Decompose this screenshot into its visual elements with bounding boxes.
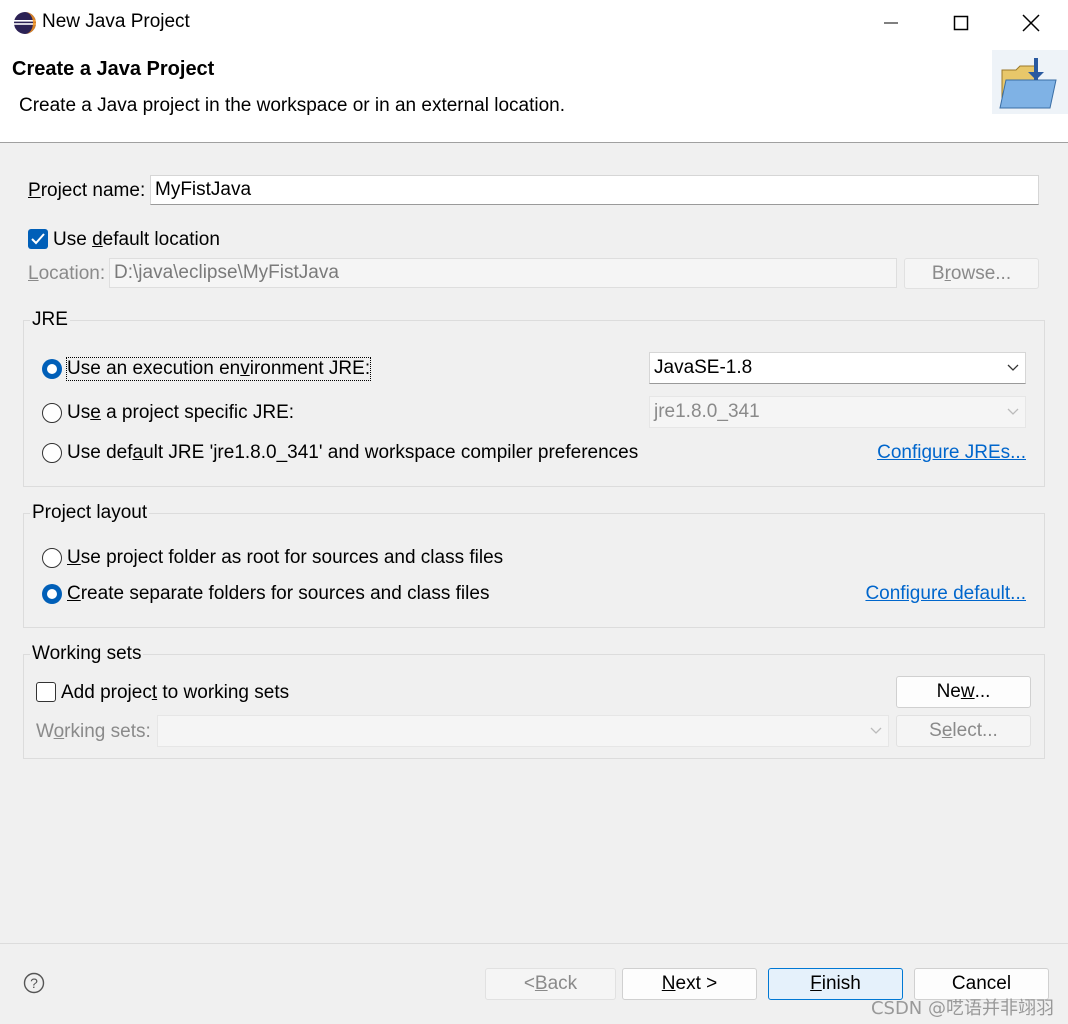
project-specific-jre-value: jre1.8.0_341	[654, 401, 760, 422]
banner-title: Create a Java Project	[12, 58, 215, 80]
project-layout-group-title: Project layout	[30, 502, 150, 524]
new-working-set-button[interactable]: Ne w...	[896, 676, 1031, 708]
jre-project-specific-label[interactable]: Use a project specific JRE:	[67, 402, 294, 424]
minimize-button[interactable]	[863, 6, 919, 40]
checkmark-icon	[31, 233, 45, 245]
close-button[interactable]	[1003, 6, 1059, 40]
select-working-sets-button[interactable]: Se lect...	[896, 715, 1031, 747]
add-to-working-sets-checkbox[interactable]	[36, 682, 56, 702]
window-title: New Java Project	[42, 11, 190, 32]
help-button[interactable]: ?	[23, 972, 45, 1000]
working-sets-group-title: Working sets	[30, 643, 144, 665]
jre-default-radio[interactable]	[42, 443, 62, 463]
configure-jres-link[interactable]: Configure JREs...	[877, 442, 1026, 464]
chevron-down-icon	[1007, 408, 1019, 415]
wizard-banner: Create a Java Project Create a Java proj…	[0, 44, 1068, 143]
execution-environment-select[interactable]: JavaSE-1.8	[649, 352, 1026, 384]
project-layout-group	[23, 513, 1045, 628]
next-button[interactable]: Next >	[622, 968, 757, 1000]
jre-group-title: JRE	[30, 309, 70, 331]
project-name-input[interactable]: MyFistJava	[150, 175, 1039, 205]
project-name-label: Project name:	[28, 180, 146, 201]
working-sets-label: Working sets:	[36, 721, 151, 742]
jre-execution-environment-label[interactable]: Use an execution environment JRE:	[65, 357, 372, 381]
layout-project-root-label[interactable]: Use project folder as root for sources a…	[67, 547, 503, 569]
eclipse-icon	[14, 12, 36, 34]
jre-execution-environment-radio[interactable]	[42, 359, 62, 379]
working-sets-select[interactable]	[157, 715, 889, 747]
layout-project-root-radio[interactable]	[42, 548, 62, 568]
close-icon	[1022, 14, 1040, 32]
maximize-icon	[953, 15, 969, 31]
use-default-location-checkbox[interactable]	[28, 229, 48, 249]
project-name-value: MyFistJava	[155, 179, 252, 200]
layout-separate-folders-label[interactable]: Create separate folders for sources and …	[67, 583, 489, 605]
execution-environment-value: JavaSE-1.8	[654, 357, 753, 378]
banner-description: Create a Java project in the workspace o…	[19, 95, 566, 116]
footer-separator	[0, 943, 1068, 944]
back-button[interactable]: < Back	[485, 968, 616, 1000]
title-bar: New Java Project	[0, 0, 1068, 44]
minimize-icon	[884, 22, 898, 24]
jre-project-specific-radio[interactable]	[42, 403, 62, 423]
watermark: CSDN @呓语并非翊羽	[870, 998, 1054, 1019]
new-java-project-folder-icon	[992, 50, 1068, 114]
configure-default-link[interactable]: Configure default...	[865, 583, 1026, 605]
location-input[interactable]: D:\java\eclipse\MyFistJava	[109, 258, 897, 288]
maximize-button[interactable]	[933, 6, 989, 40]
jre-default-label[interactable]: Use default JRE 'jre1.8.0_341' and works…	[67, 442, 638, 464]
project-specific-jre-select[interactable]: jre1.8.0_341	[649, 396, 1026, 428]
location-value: D:\java\eclipse\MyFistJava	[114, 262, 339, 283]
add-to-working-sets-label[interactable]: Add project to working sets	[61, 682, 289, 704]
svg-text:?: ?	[30, 975, 38, 991]
layout-separate-folders-radio[interactable]	[42, 584, 62, 604]
use-default-location-label[interactable]: Use default location	[53, 229, 220, 251]
chevron-down-icon	[1007, 364, 1019, 371]
help-icon: ?	[23, 972, 45, 994]
location-label: Location:	[28, 263, 106, 284]
browse-button[interactable]: Br owse...	[904, 258, 1039, 289]
chevron-down-icon	[870, 727, 882, 734]
